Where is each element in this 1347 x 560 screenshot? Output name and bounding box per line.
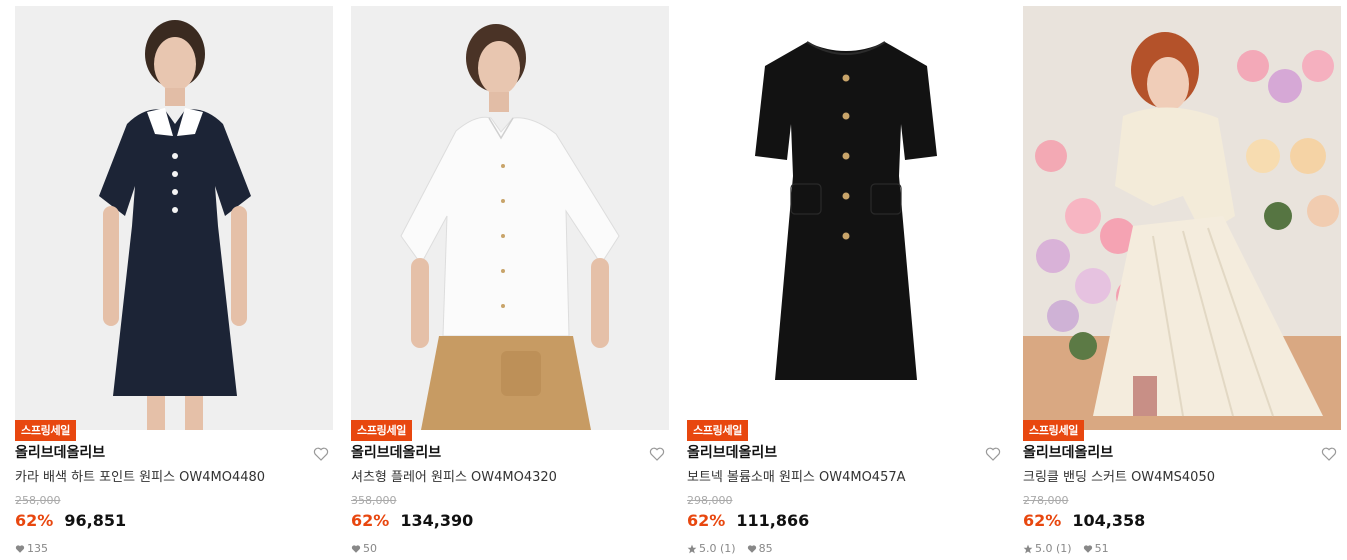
brand-name[interactable]: 올리브데올리브	[351, 444, 441, 462]
price-row: 62% 96,851	[15, 510, 126, 532]
product-name[interactable]: 셔츠형 플레어 원피스 OW4MO4320	[351, 469, 557, 487]
like-count: 85	[758, 542, 773, 555]
price-row: 62% 111,866	[687, 510, 809, 532]
original-price: 258,000	[15, 494, 61, 507]
like-count: 50	[363, 542, 377, 555]
product-meta: 135	[15, 542, 56, 556]
discount-rate: 62%	[351, 511, 390, 530]
product-image-navy-dress[interactable]	[15, 6, 333, 430]
like-heart-icon	[1083, 545, 1092, 553]
sale-badge: 스프링세일	[1023, 420, 1085, 441]
star-icon	[1023, 544, 1033, 554]
discount-rate: 62%	[15, 511, 54, 530]
price-row: 62% 134,390	[351, 510, 473, 532]
brand-name[interactable]: 올리브데올리브	[1023, 444, 1113, 462]
like-count: 135	[27, 542, 48, 555]
heart-icon[interactable]	[1321, 446, 1337, 462]
like-heart-icon	[747, 545, 756, 553]
rating: 5.0 (1)	[1035, 542, 1072, 555]
brand-name[interactable]: 올리브데올리브	[687, 444, 777, 462]
like-heart-icon	[15, 545, 25, 553]
product-card[interactable]: 스프링세일 올리브데올리브 보트넥 볼륨소매 원피스 OW4MO457A 298…	[687, 6, 1005, 560]
sale-badge: 스프링세일	[687, 420, 749, 441]
product-image-cream-skirt[interactable]	[1023, 6, 1341, 430]
product-card[interactable]: 스프링세일 올리브데올리브 크링클 밴딩 스커트 OW4MS4050 278,0…	[1023, 6, 1341, 560]
original-price: 298,000	[687, 494, 733, 507]
like-count: 51	[1094, 542, 1109, 555]
heart-icon[interactable]	[313, 446, 329, 462]
product-meta: 50	[351, 542, 385, 556]
discount-rate: 62%	[687, 511, 726, 530]
discount-rate: 62%	[1023, 511, 1062, 530]
sale-badge: 스프링세일	[15, 420, 77, 441]
brand-name[interactable]: 올리브데올리브	[15, 444, 105, 462]
sale-price: 134,390	[400, 511, 474, 530]
product-name[interactable]: 보트넥 볼륨소매 원피스 OW4MO457A	[687, 469, 906, 487]
sale-badge: 스프링세일	[351, 420, 413, 441]
original-price: 358,000	[351, 494, 397, 507]
star-icon	[687, 544, 697, 554]
sale-price: 96,851	[64, 511, 127, 530]
product-name[interactable]: 카라 배색 하트 포인트 원피스 OW4MO4480	[15, 469, 265, 487]
heart-icon[interactable]	[649, 446, 665, 462]
product-image-white-shirt[interactable]	[351, 6, 669, 430]
sale-price: 111,866	[736, 511, 810, 530]
product-meta: 5.0 (1) 85	[687, 542, 781, 556]
product-card[interactable]: 스프링세일 올리브데올리브 셔츠형 플레어 원피스 OW4MO4320 358,…	[351, 6, 669, 560]
price-row: 62% 104,358	[1023, 510, 1145, 532]
product-card[interactable]: 스프링세일 올리브데올리브 카라 배색 하트 포인트 원피스 OW4MO4480…	[15, 6, 333, 560]
heart-icon[interactable]	[985, 446, 1001, 462]
rating: 5.0 (1)	[699, 542, 736, 555]
product-name[interactable]: 크링클 밴딩 스커트 OW4MS4050	[1023, 469, 1215, 487]
product-image-black-dress[interactable]	[687, 6, 1005, 430]
product-meta: 5.0 (1) 51	[1023, 542, 1117, 556]
original-price: 278,000	[1023, 494, 1069, 507]
sale-price: 104,358	[1072, 511, 1146, 530]
like-heart-icon	[351, 545, 361, 553]
product-grid: 스프링세일 올리브데올리브 카라 배색 하트 포인트 원피스 OW4MO4480…	[0, 0, 1347, 560]
